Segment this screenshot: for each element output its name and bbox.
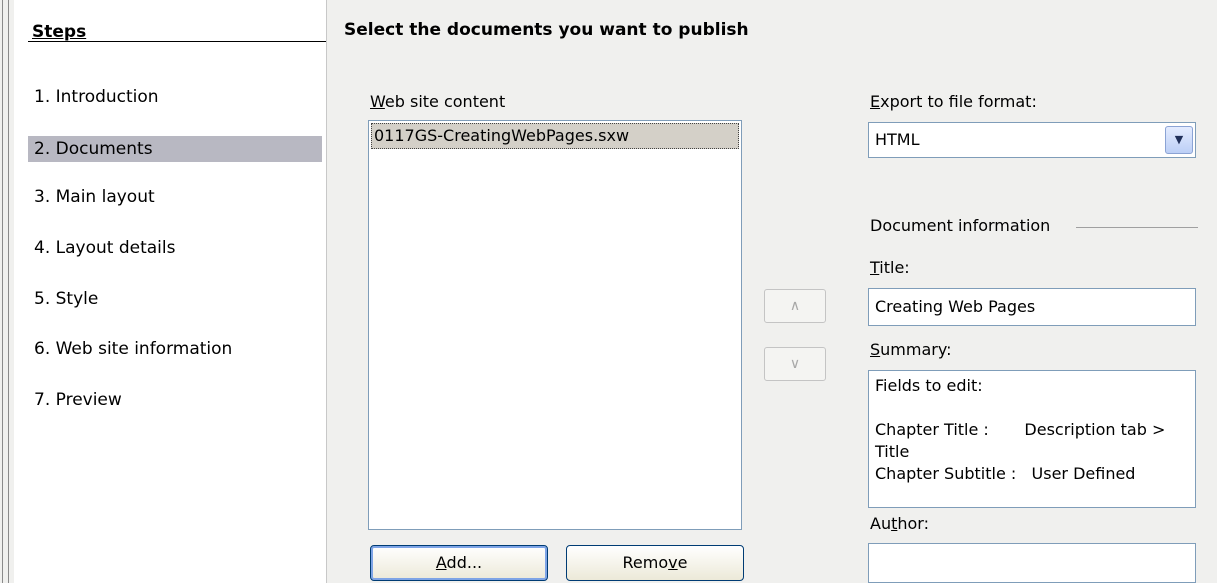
chevron-down-icon[interactable]: ▼ <box>1165 126 1193 154</box>
list-item-document[interactable]: 0117GS-CreatingWebPages.sxw <box>371 123 739 149</box>
web-site-content-label: Web site content <box>370 92 506 111</box>
step-preview[interactable]: 7. Preview <box>28 387 322 413</box>
export-format-label: Export to file format: <box>870 92 1037 111</box>
steps-title: Steps <box>32 22 87 42</box>
export-format-value: HTML <box>875 130 920 149</box>
steps-panel: Steps 1. Introduction 2. Documents 3. Ma… <box>14 0 327 583</box>
window-border-inner <box>8 0 9 583</box>
move-up-button[interactable]: ∧ <box>764 289 826 323</box>
up-arrow-icon: ∧ <box>789 298 801 314</box>
summary-label: Summary: <box>870 340 952 359</box>
author-label: Author: <box>870 514 929 533</box>
step-layout-details[interactable]: 4. Layout details <box>28 235 322 261</box>
section-divider <box>1076 227 1198 228</box>
step-web-site-information[interactable]: 6. Web site information <box>28 336 322 362</box>
summary-field[interactable]: Fields to edit: Chapter Title : Descript… <box>868 370 1196 508</box>
document-information-label: Document information <box>870 216 1051 235</box>
summary-field-value: Fields to edit: Chapter Title : Descript… <box>875 376 1166 483</box>
step-main-layout[interactable]: 3. Main layout <box>28 184 322 210</box>
title-field-value: Creating Web Pages <box>875 297 1036 316</box>
page-title: Select the documents you want to publish <box>344 20 749 40</box>
remove-button[interactable]: Remove <box>566 545 744 581</box>
down-arrow-icon: ∨ <box>789 356 801 372</box>
author-field[interactable] <box>868 543 1196 583</box>
title-label: Title: <box>870 258 910 277</box>
add-button[interactable]: Add... <box>370 545 548 581</box>
step-introduction[interactable]: 1. Introduction <box>28 84 322 110</box>
step-style[interactable]: 5. Style <box>28 286 322 312</box>
steps-divider <box>28 41 326 42</box>
export-format-select[interactable]: HTML ▼ <box>868 122 1196 158</box>
step-documents[interactable]: 2. Documents <box>28 136 322 162</box>
web-site-content-list[interactable]: 0117GS-CreatingWebPages.sxw <box>368 120 742 530</box>
title-field[interactable]: Creating Web Pages <box>868 288 1196 326</box>
window-border-left <box>2 0 3 583</box>
move-down-button[interactable]: ∨ <box>764 347 826 381</box>
